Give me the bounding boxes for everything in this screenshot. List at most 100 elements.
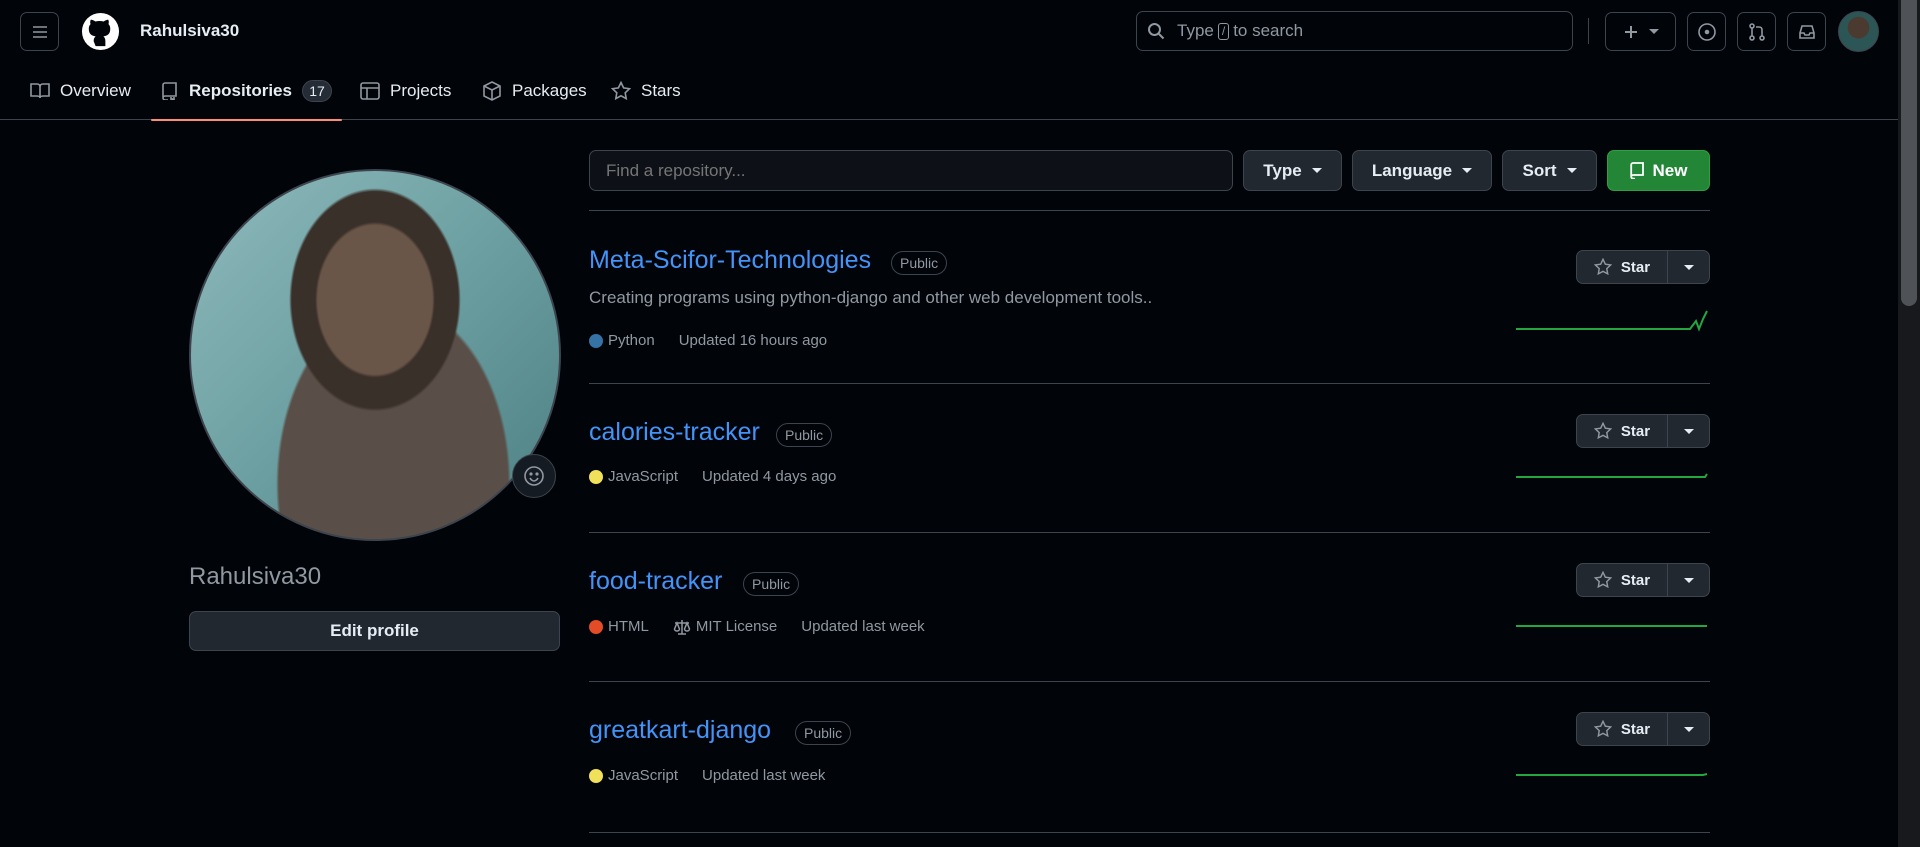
activity-sparkline — [1516, 473, 1708, 478]
inbox-button[interactable] — [1787, 12, 1826, 51]
tab-label: Overview — [60, 81, 131, 100]
new-repository-button[interactable]: New — [1607, 150, 1710, 191]
repo-meta: JavaScript Updated last week — [589, 767, 825, 784]
repo-name-link[interactable]: Meta-Scifor-Technologies — [589, 246, 871, 275]
tab-projects[interactable]: Projects — [360, 62, 451, 120]
chevron-down-icon — [1566, 168, 1577, 173]
language-color-dot — [589, 619, 603, 634]
star-label: Star — [1620, 571, 1651, 589]
book-icon — [30, 83, 50, 99]
tab-packages[interactable]: Packages — [482, 62, 587, 120]
set-status-button[interactable] — [512, 454, 556, 498]
type-filter-button[interactable]: Type — [1243, 150, 1342, 191]
chevron-down-icon — [1683, 726, 1694, 732]
search-icon — [1148, 23, 1165, 40]
star-icon — [1593, 422, 1612, 440]
repo-updated: Updated 4 days ago — [702, 468, 837, 485]
tab-repositories[interactable]: Repositories 17 — [151, 62, 342, 121]
profile-tabs: Overview Repositories 17 Projects Packag… — [0, 62, 1898, 121]
repo-count-badge: 17 — [301, 80, 332, 102]
language-color-dot — [589, 768, 603, 783]
user-avatar-menu[interactable] — [1838, 11, 1879, 52]
star-icon — [611, 81, 631, 101]
repo-language: Python — [608, 332, 655, 349]
create-new-button[interactable] — [1605, 12, 1676, 51]
star-icon — [1593, 571, 1612, 589]
star-icon — [1593, 258, 1612, 276]
search-shortcut-key: / — [1217, 22, 1230, 40]
visibility-badge: Public — [743, 572, 800, 596]
star-button[interactable]: Star — [1576, 563, 1668, 597]
issue-icon — [1697, 22, 1716, 41]
star-button-group: Star — [1576, 414, 1710, 448]
sort-filter-button[interactable]: Sort — [1502, 150, 1597, 191]
edit-profile-button[interactable]: Edit profile — [189, 611, 560, 651]
tab-overview[interactable]: Overview — [30, 62, 131, 120]
scrollbar-thumb[interactable] — [1901, 0, 1917, 306]
search-placeholder-pre: Type — [1177, 21, 1214, 40]
star-button[interactable]: Star — [1576, 414, 1668, 448]
language-color-dot — [589, 333, 603, 348]
repo-name-link[interactable]: calories-tracker — [589, 418, 760, 447]
repo-meta: HTML MIT License Updated last week — [589, 618, 925, 635]
search-placeholder-post: to search — [1233, 21, 1304, 40]
smiley-icon — [524, 466, 544, 486]
github-logo-icon[interactable] — [81, 12, 120, 51]
global-header: Rahulsiva30 Type / to search — [0, 0, 1898, 62]
activity-sparkline — [1516, 773, 1708, 776]
chevron-down-icon — [1311, 168, 1322, 173]
divider — [589, 383, 1710, 384]
repo-description: Creating programs using python-django an… — [589, 288, 1153, 307]
tab-label: Projects — [390, 81, 452, 100]
header-divider — [1588, 18, 1589, 44]
star-button[interactable]: Star — [1576, 712, 1668, 746]
repo-language: HTML — [608, 618, 649, 635]
repo-name-link[interactable]: food-tracker — [589, 567, 722, 596]
activity-sparkline — [1516, 625, 1707, 627]
law-icon — [673, 619, 691, 635]
find-repository-input[interactable] — [589, 150, 1233, 191]
hamburger-icon — [32, 25, 47, 38]
star-button-group: Star — [1576, 563, 1710, 597]
menu-button[interactable] — [20, 12, 59, 51]
star-label: Star — [1620, 258, 1651, 276]
repo-updated: Updated last week — [801, 618, 925, 635]
chevron-down-icon — [1683, 577, 1694, 583]
star-button[interactable]: Star — [1576, 250, 1668, 284]
repo-icon — [162, 82, 177, 100]
star-list-dropdown[interactable] — [1668, 250, 1710, 284]
tab-label: Stars — [641, 81, 681, 100]
chevron-down-icon — [1462, 168, 1473, 173]
star-list-dropdown[interactable] — [1668, 563, 1710, 597]
chevron-down-icon — [1683, 428, 1694, 434]
repo-updated: Updated last week — [702, 767, 826, 784]
star-icon — [1593, 720, 1612, 738]
table-icon — [360, 82, 380, 100]
repo-name-link[interactable]: greatkart-django — [589, 716, 771, 745]
license-label: MIT License — [695, 618, 778, 635]
visibility-badge: Public — [795, 721, 852, 745]
visibility-badge: Public — [776, 423, 833, 447]
new-button-label: New — [1652, 160, 1688, 180]
divider — [589, 681, 1710, 682]
tab-label: Repositories — [189, 81, 292, 100]
plus-icon — [1624, 25, 1637, 38]
tab-label: Packages — [512, 81, 587, 100]
chevron-down-icon — [1683, 264, 1694, 270]
divider — [589, 532, 1710, 533]
pull-requests-button[interactable] — [1737, 12, 1776, 51]
language-filter-button[interactable]: Language — [1352, 150, 1492, 191]
star-list-dropdown[interactable] — [1668, 712, 1710, 746]
sort-filter-label: Sort — [1522, 160, 1557, 180]
divider — [589, 210, 1710, 211]
header-username[interactable]: Rahulsiva30 — [140, 21, 239, 41]
tab-stars[interactable]: Stars — [611, 62, 681, 120]
package-icon — [483, 81, 501, 101]
profile-avatar[interactable] — [189, 169, 561, 541]
repo-meta: Python Updated 16 hours ago — [589, 332, 827, 349]
issues-button[interactable] — [1687, 12, 1726, 51]
global-search[interactable]: Type / to search — [1136, 11, 1573, 51]
star-list-dropdown[interactable] — [1668, 414, 1710, 448]
visibility-badge: Public — [891, 251, 948, 275]
repo-meta: JavaScript Updated 4 days ago — [589, 468, 836, 485]
